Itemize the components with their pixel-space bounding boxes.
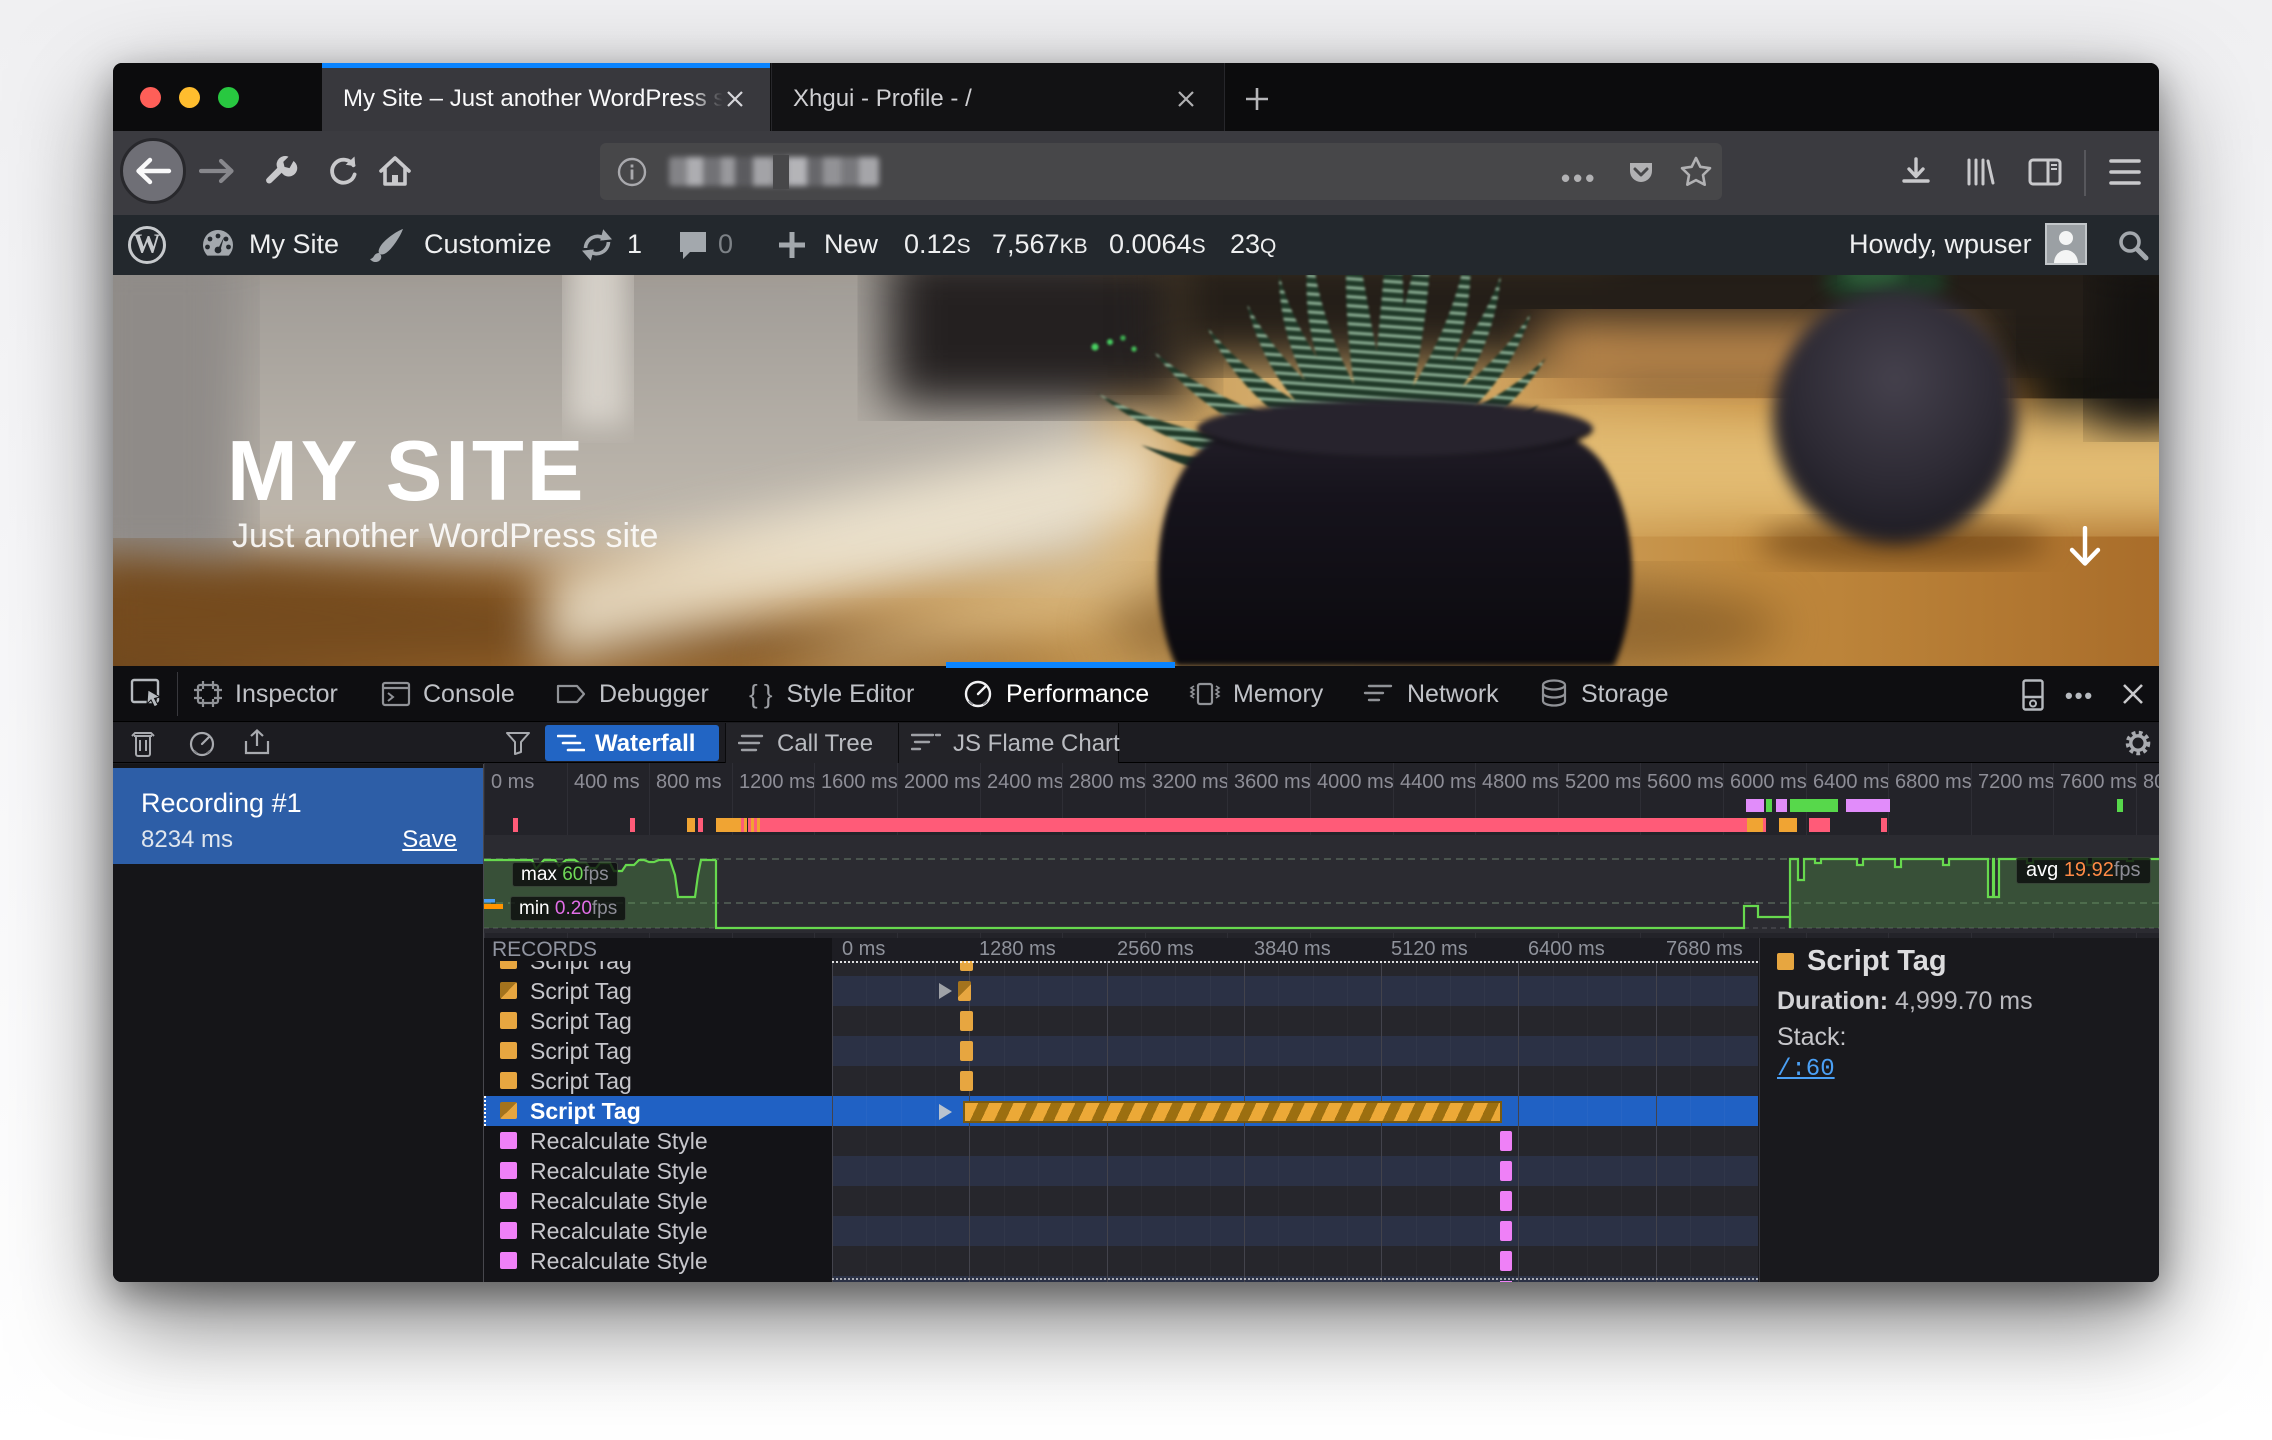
svg-text:W: W xyxy=(134,229,161,259)
